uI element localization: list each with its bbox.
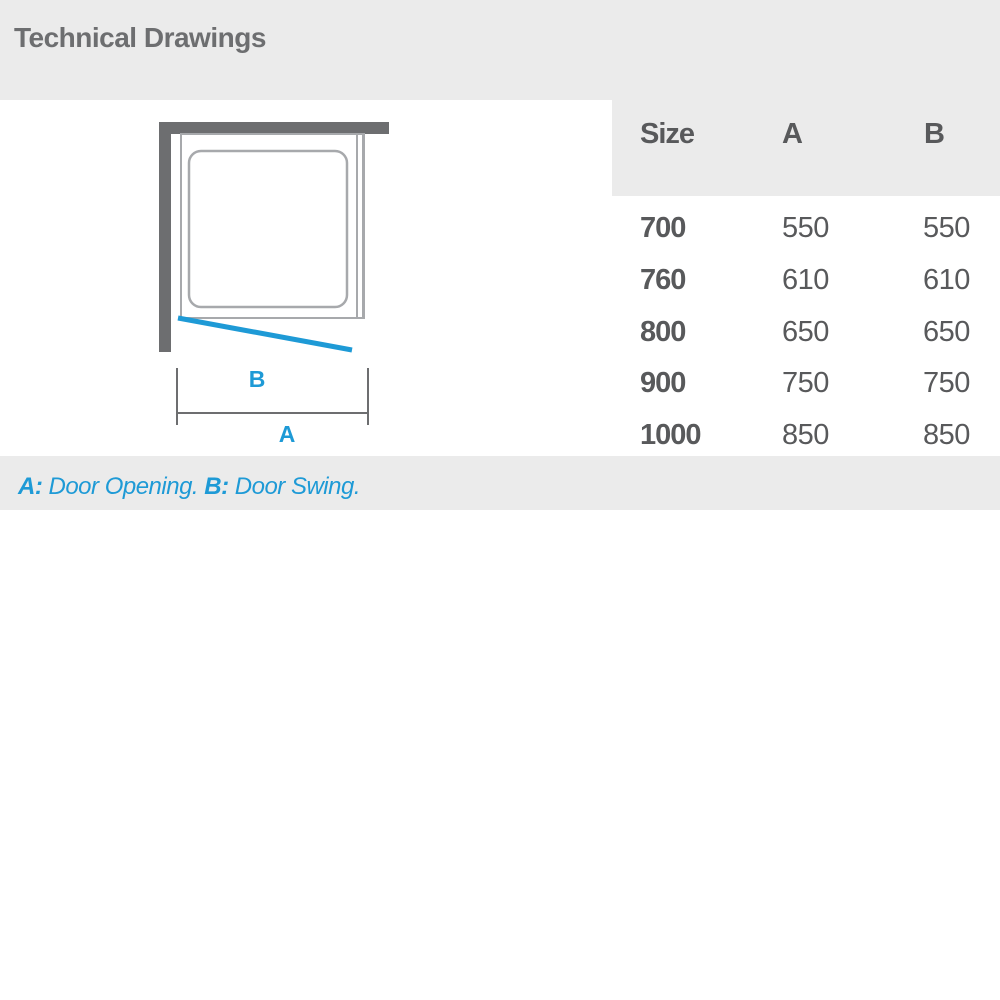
- tray-inner: [187, 149, 349, 309]
- label-a: A: [279, 421, 296, 447]
- cell-size: 1000: [640, 419, 702, 451]
- door-diagram: B A: [159, 122, 389, 447]
- cell-b: 750: [923, 367, 970, 399]
- table-header: Size A B: [612, 100, 1000, 196]
- cell-size: 700: [640, 212, 686, 244]
- cell-size: 900: [640, 367, 686, 399]
- column-header-size: Size: [640, 118, 695, 150]
- cell-size: 800: [640, 316, 686, 348]
- label-b: B: [249, 366, 266, 392]
- legend-text: A: Door Opening. B: Door Swing.: [18, 473, 361, 501]
- cell-b: 850: [923, 419, 970, 451]
- legend-b-text: Door Swing.: [234, 473, 361, 500]
- cell-a: 610: [782, 264, 829, 296]
- legend-b-key: B:: [204, 473, 229, 500]
- table-row: 900 750 750: [612, 367, 1000, 419]
- header-bar: Technical Drawings: [0, 0, 1000, 100]
- cell-a: 850: [782, 419, 829, 451]
- page-title: Technical Drawings: [14, 22, 266, 53]
- cell-b: 650: [923, 316, 970, 348]
- table-row: 800 650 650: [612, 316, 1000, 368]
- size-table: Size A B 700 550 550 760 610 610 800 650…: [612, 100, 1000, 456]
- legend-bar: A: Door Opening. B: Door Swing.: [0, 456, 1000, 510]
- legend-a-key: A:: [18, 473, 43, 500]
- column-header-b: B: [924, 118, 945, 150]
- cell-b: 610: [923, 264, 970, 296]
- table-row: 700 550 550: [612, 212, 1000, 264]
- cell-a: 650: [782, 316, 829, 348]
- cell-a: 750: [782, 367, 829, 399]
- technical-drawing: B A: [0, 100, 612, 456]
- legend-a-text: Door Opening.: [48, 473, 199, 500]
- door-swing-line: [177, 315, 353, 353]
- cell-a: 550: [782, 212, 829, 244]
- tray-outline: [180, 133, 365, 319]
- cell-size: 760: [640, 264, 686, 296]
- column-header-a: A: [782, 118, 803, 150]
- side-wall: [159, 122, 171, 352]
- table-row: 760 610 610: [612, 264, 1000, 316]
- back-wall: [159, 122, 389, 134]
- cell-b: 550: [923, 212, 970, 244]
